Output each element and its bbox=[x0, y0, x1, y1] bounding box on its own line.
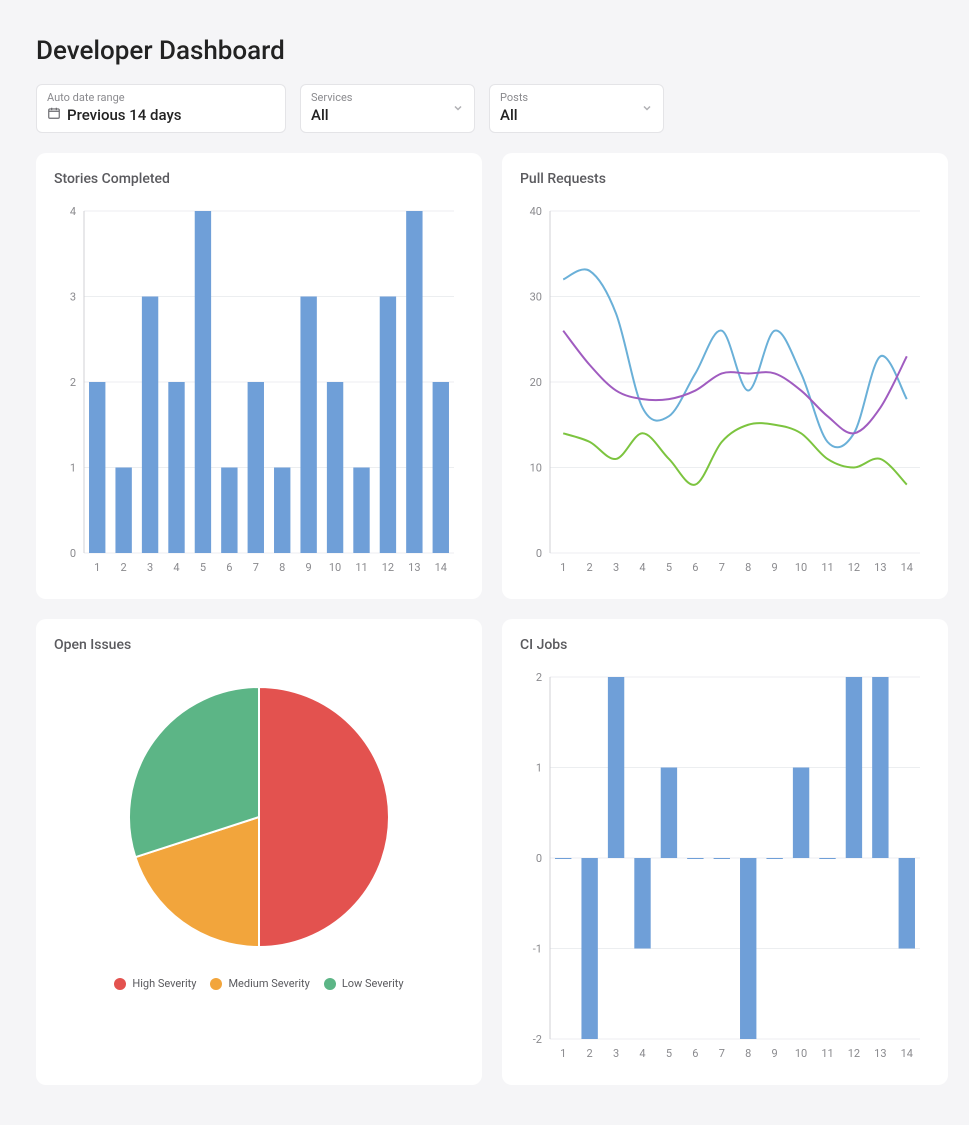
svg-text:13: 13 bbox=[408, 561, 420, 574]
pie-chart bbox=[109, 667, 409, 967]
filter-value: All bbox=[311, 106, 464, 124]
posts-filter[interactable]: Posts All bbox=[489, 84, 664, 133]
svg-text:6: 6 bbox=[226, 561, 232, 574]
svg-text:6: 6 bbox=[692, 561, 698, 574]
svg-text:6: 6 bbox=[692, 1047, 698, 1060]
svg-text:5: 5 bbox=[666, 561, 672, 574]
svg-text:12: 12 bbox=[848, 561, 860, 574]
legend-item-high: High Severity bbox=[114, 977, 196, 990]
chevron-down-icon bbox=[641, 99, 653, 118]
issues-card: Open Issues High Severity Medium Severit… bbox=[36, 619, 482, 1085]
legend-item-low: Low Severity bbox=[324, 977, 404, 990]
svg-text:11: 11 bbox=[821, 561, 833, 574]
svg-text:9: 9 bbox=[772, 561, 778, 574]
filter-label: Auto date range bbox=[47, 91, 275, 104]
card-title: Open Issues bbox=[54, 637, 464, 653]
svg-text:2: 2 bbox=[121, 561, 127, 574]
svg-text:2: 2 bbox=[70, 376, 76, 389]
filter-value: All bbox=[500, 106, 653, 124]
filter-bar: Auto date range Previous 14 days Service… bbox=[36, 84, 933, 133]
line-chart: 0102030401234567891011121314 bbox=[520, 201, 930, 581]
svg-text:8: 8 bbox=[745, 1047, 751, 1060]
chevron-down-icon bbox=[452, 99, 464, 118]
svg-text:12: 12 bbox=[382, 561, 394, 574]
filter-label: Posts bbox=[500, 91, 653, 104]
svg-text:13: 13 bbox=[874, 561, 886, 574]
svg-text:12: 12 bbox=[848, 1047, 860, 1060]
svg-text:1: 1 bbox=[94, 561, 100, 574]
legend-swatch bbox=[114, 978, 126, 990]
svg-text:10: 10 bbox=[329, 561, 341, 574]
svg-text:1: 1 bbox=[536, 762, 542, 775]
svg-text:2: 2 bbox=[587, 1047, 593, 1060]
svg-text:11: 11 bbox=[821, 1047, 833, 1060]
svg-text:5: 5 bbox=[200, 561, 206, 574]
svg-text:0: 0 bbox=[70, 547, 76, 560]
svg-text:9: 9 bbox=[772, 1047, 778, 1060]
ci-card: CI Jobs -2-10121234567891011121314 bbox=[502, 619, 948, 1085]
svg-text:14: 14 bbox=[901, 561, 913, 574]
legend-swatch bbox=[210, 978, 222, 990]
stories-chart: 012341234567891011121314 bbox=[54, 201, 464, 585]
svg-text:30: 30 bbox=[530, 291, 542, 304]
date-range-filter[interactable]: Auto date range Previous 14 days bbox=[36, 84, 286, 133]
svg-text:7: 7 bbox=[253, 561, 259, 574]
calendar-icon bbox=[47, 106, 61, 124]
svg-text:1: 1 bbox=[560, 561, 566, 574]
card-title: Pull Requests bbox=[520, 171, 930, 187]
svg-text:4: 4 bbox=[70, 205, 76, 218]
svg-text:40: 40 bbox=[530, 205, 542, 218]
svg-text:0: 0 bbox=[536, 547, 542, 560]
svg-text:20: 20 bbox=[530, 376, 542, 389]
svg-text:4: 4 bbox=[639, 561, 645, 574]
issues-chart: High Severity Medium Severity Low Severi… bbox=[54, 667, 464, 990]
pr-card: Pull Requests 01020304012345678910111213… bbox=[502, 153, 948, 599]
svg-text:3: 3 bbox=[613, 561, 619, 574]
svg-text:14: 14 bbox=[435, 561, 447, 574]
filter-label: Services bbox=[311, 91, 464, 104]
svg-text:2: 2 bbox=[587, 561, 593, 574]
svg-text:4: 4 bbox=[173, 561, 179, 574]
svg-text:10: 10 bbox=[530, 462, 542, 475]
dashboard: Developer Dashboard Auto date range Prev… bbox=[16, 16, 953, 1109]
svg-text:7: 7 bbox=[719, 561, 725, 574]
pie-legend: High Severity Medium Severity Low Severi… bbox=[114, 977, 403, 990]
svg-text:0: 0 bbox=[536, 852, 542, 865]
chart-grid: Stories Completed 0123412345678910111213… bbox=[36, 153, 933, 1085]
svg-text:8: 8 bbox=[745, 561, 751, 574]
svg-text:2: 2 bbox=[536, 671, 542, 684]
svg-text:8: 8 bbox=[279, 561, 285, 574]
pr-chart: 0102030401234567891011121314 bbox=[520, 201, 930, 585]
svg-text:3: 3 bbox=[70, 291, 76, 304]
filter-value: Previous 14 days bbox=[47, 106, 275, 124]
page-title: Developer Dashboard bbox=[36, 36, 933, 66]
services-filter[interactable]: Services All bbox=[300, 84, 475, 133]
svg-text:3: 3 bbox=[613, 1047, 619, 1060]
svg-text:1: 1 bbox=[560, 1047, 566, 1060]
ci-chart: -2-10121234567891011121314 bbox=[520, 667, 930, 1071]
legend-item-medium: Medium Severity bbox=[210, 977, 309, 990]
svg-text:10: 10 bbox=[795, 1047, 807, 1060]
stories-card: Stories Completed 0123412345678910111213… bbox=[36, 153, 482, 599]
svg-text:10: 10 bbox=[795, 561, 807, 574]
card-title: CI Jobs bbox=[520, 637, 930, 653]
card-title: Stories Completed bbox=[54, 171, 464, 187]
svg-text:5: 5 bbox=[666, 1047, 672, 1060]
bar-chart: 012341234567891011121314 bbox=[54, 201, 464, 581]
svg-text:7: 7 bbox=[719, 1047, 725, 1060]
svg-text:9: 9 bbox=[306, 561, 312, 574]
svg-text:1: 1 bbox=[70, 462, 76, 475]
legend-swatch bbox=[324, 978, 336, 990]
svg-text:14: 14 bbox=[901, 1047, 913, 1060]
svg-text:13: 13 bbox=[874, 1047, 886, 1060]
svg-text:3: 3 bbox=[147, 561, 153, 574]
svg-text:4: 4 bbox=[639, 1047, 645, 1060]
svg-text:11: 11 bbox=[355, 561, 367, 574]
svg-text:-1: -1 bbox=[533, 943, 542, 956]
svg-text:-2: -2 bbox=[533, 1033, 542, 1046]
bar-chart: -2-10121234567891011121314 bbox=[520, 667, 930, 1067]
